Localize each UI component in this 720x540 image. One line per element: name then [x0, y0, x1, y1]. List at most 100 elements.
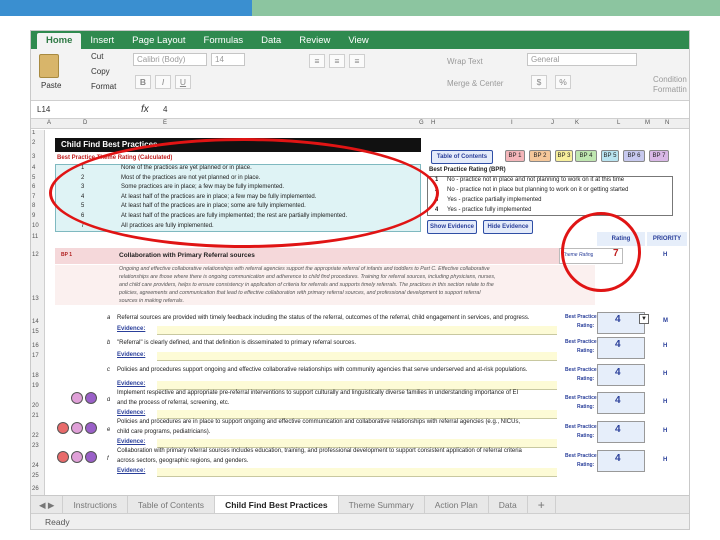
row-19[interactable]: 19: [32, 383, 39, 389]
col-d[interactable]: D: [83, 120, 87, 126]
show-evidence-button[interactable]: Show Evidence: [427, 220, 477, 234]
merge-center-button[interactable]: Merge & Center: [447, 79, 503, 88]
row-10[interactable]: 10: [32, 223, 39, 229]
row-17[interactable]: 17: [32, 353, 39, 359]
col-g[interactable]: G: [419, 120, 424, 126]
font-size-select[interactable]: 14: [211, 53, 245, 66]
bp-label: BP 1: [61, 252, 73, 258]
row-2[interactable]: 2: [32, 140, 35, 146]
bp4-button[interactable]: BP 4: [575, 150, 597, 162]
practice-rating-cell[interactable]: [597, 312, 645, 334]
tab-review[interactable]: Review: [290, 33, 339, 49]
row-25[interactable]: 25: [32, 473, 39, 479]
sheet-tab-data[interactable]: Data: [489, 495, 528, 514]
tab-formulas[interactable]: Formulas: [195, 33, 253, 49]
italic-button[interactable]: I: [155, 75, 171, 89]
referral-icon: [57, 451, 69, 463]
col-l[interactable]: L: [617, 120, 620, 126]
row-4[interactable]: 4: [32, 165, 35, 171]
row-22[interactable]: 22: [32, 433, 39, 439]
practice-rating-cell[interactable]: [597, 392, 645, 414]
sheet-nav-arrows[interactable]: ◀ ▶: [31, 495, 64, 514]
align-right-button[interactable]: ≡: [349, 54, 365, 68]
bp5-button[interactable]: BP 5: [601, 150, 619, 162]
formula-input[interactable]: 4: [163, 105, 167, 114]
evidence-input[interactable]: [157, 468, 557, 477]
row-13[interactable]: 13: [32, 296, 39, 302]
row-1[interactable]: 1: [32, 130, 35, 136]
format-painter-button[interactable]: Format: [91, 82, 116, 91]
row-7[interactable]: 7: [32, 194, 35, 200]
sheet-tab-table-of-contents[interactable]: Table of Contents: [128, 495, 216, 514]
tab-data[interactable]: Data: [252, 33, 290, 49]
conditional-formatting-button[interactable]: Condition: [653, 75, 687, 84]
currency-button[interactable]: $: [531, 75, 547, 89]
col-m[interactable]: M: [645, 120, 650, 126]
row-8[interactable]: 8: [32, 203, 35, 209]
dropdown-arrow-icon[interactable]: ▼: [639, 314, 649, 324]
row-23[interactable]: 23: [32, 443, 39, 449]
row-14[interactable]: 14: [32, 319, 39, 325]
bold-button[interactable]: B: [135, 75, 151, 89]
conditional-formatting-button-line2: Formattin: [653, 85, 687, 94]
sheet-tab-theme-summary[interactable]: Theme Summary: [339, 495, 425, 514]
fx-icon[interactable]: fx: [141, 104, 149, 115]
row-18[interactable]: 18: [32, 373, 39, 379]
name-box[interactable]: L14: [37, 105, 50, 114]
tab-insert[interactable]: Insert: [81, 33, 123, 49]
tab-page-layout[interactable]: Page Layout: [123, 33, 194, 49]
align-center-button[interactable]: ≡: [329, 54, 345, 68]
col-h[interactable]: H: [431, 120, 435, 126]
add-sheet-button[interactable]: +: [528, 495, 556, 514]
table-of-contents-button[interactable]: Table of Contents: [431, 150, 493, 164]
underline-button[interactable]: U: [175, 75, 191, 89]
col-n[interactable]: N: [665, 120, 669, 126]
practice-rating-cell[interactable]: [597, 421, 645, 443]
sheet-tab-instructions[interactable]: Instructions: [63, 495, 128, 514]
number-format-select[interactable]: General: [527, 53, 637, 66]
row-26[interactable]: 26: [32, 486, 39, 492]
tab-home[interactable]: Home: [37, 33, 82, 49]
row-16[interactable]: 16: [32, 343, 39, 349]
practice-rating-cell[interactable]: [597, 364, 645, 386]
bp1-button[interactable]: BP 1: [505, 150, 525, 162]
sheet-grid: 1 2 3 4 5 6 7 8 9 10 11 12 13 14 15 16 1…: [31, 130, 689, 505]
sheet-tab-action-plan[interactable]: Action Plan: [425, 495, 489, 514]
evidence-input[interactable]: [157, 326, 557, 335]
col-j[interactable]: J: [551, 120, 554, 126]
row-5[interactable]: 5: [32, 175, 35, 181]
col-k[interactable]: K: [575, 120, 579, 126]
practice-rating-cell[interactable]: [597, 337, 645, 359]
sheet-tab-child-find-best-practices[interactable]: Child Find Best Practices: [215, 495, 339, 514]
row-20[interactable]: 20: [32, 403, 39, 409]
row-11[interactable]: 11: [32, 234, 38, 240]
paste-icon[interactable]: [39, 54, 59, 78]
percent-button[interactable]: %: [555, 75, 571, 89]
bp6-button[interactable]: BP 6: [623, 150, 645, 162]
tab-view[interactable]: View: [339, 33, 377, 49]
evidence-label: Evidence:: [117, 381, 146, 387]
bp-description-line: Ongoing and effective collaborative rela…: [119, 266, 490, 272]
row-15[interactable]: 15: [32, 329, 39, 335]
bp2-button[interactable]: BP 2: [529, 150, 551, 162]
paste-button[interactable]: Paste: [41, 81, 61, 90]
row-12[interactable]: 12: [32, 252, 39, 258]
evidence-input[interactable]: [157, 352, 557, 361]
bp7-button[interactable]: BP 7: [649, 150, 669, 162]
col-a[interactable]: A: [47, 120, 51, 126]
hide-evidence-button[interactable]: Hide Evidence: [483, 220, 533, 234]
practice-rating-cell[interactable]: [597, 450, 645, 472]
col-i[interactable]: I: [511, 120, 513, 126]
font-name-select[interactable]: Calibri (Body): [133, 53, 207, 66]
wrap-text-button[interactable]: Wrap Text: [447, 57, 483, 66]
copy-button[interactable]: Copy: [91, 67, 110, 76]
cut-button[interactable]: Cut: [91, 52, 103, 61]
align-left-button[interactable]: ≡: [309, 54, 325, 68]
col-e[interactable]: E: [163, 120, 167, 126]
row-9[interactable]: 9: [32, 213, 35, 219]
row-3[interactable]: 3: [32, 154, 35, 160]
row-24[interactable]: 24: [32, 463, 39, 469]
row-6[interactable]: 6: [32, 184, 35, 190]
row-21[interactable]: 21: [32, 413, 39, 419]
bp3-button[interactable]: BP 3: [555, 150, 573, 162]
